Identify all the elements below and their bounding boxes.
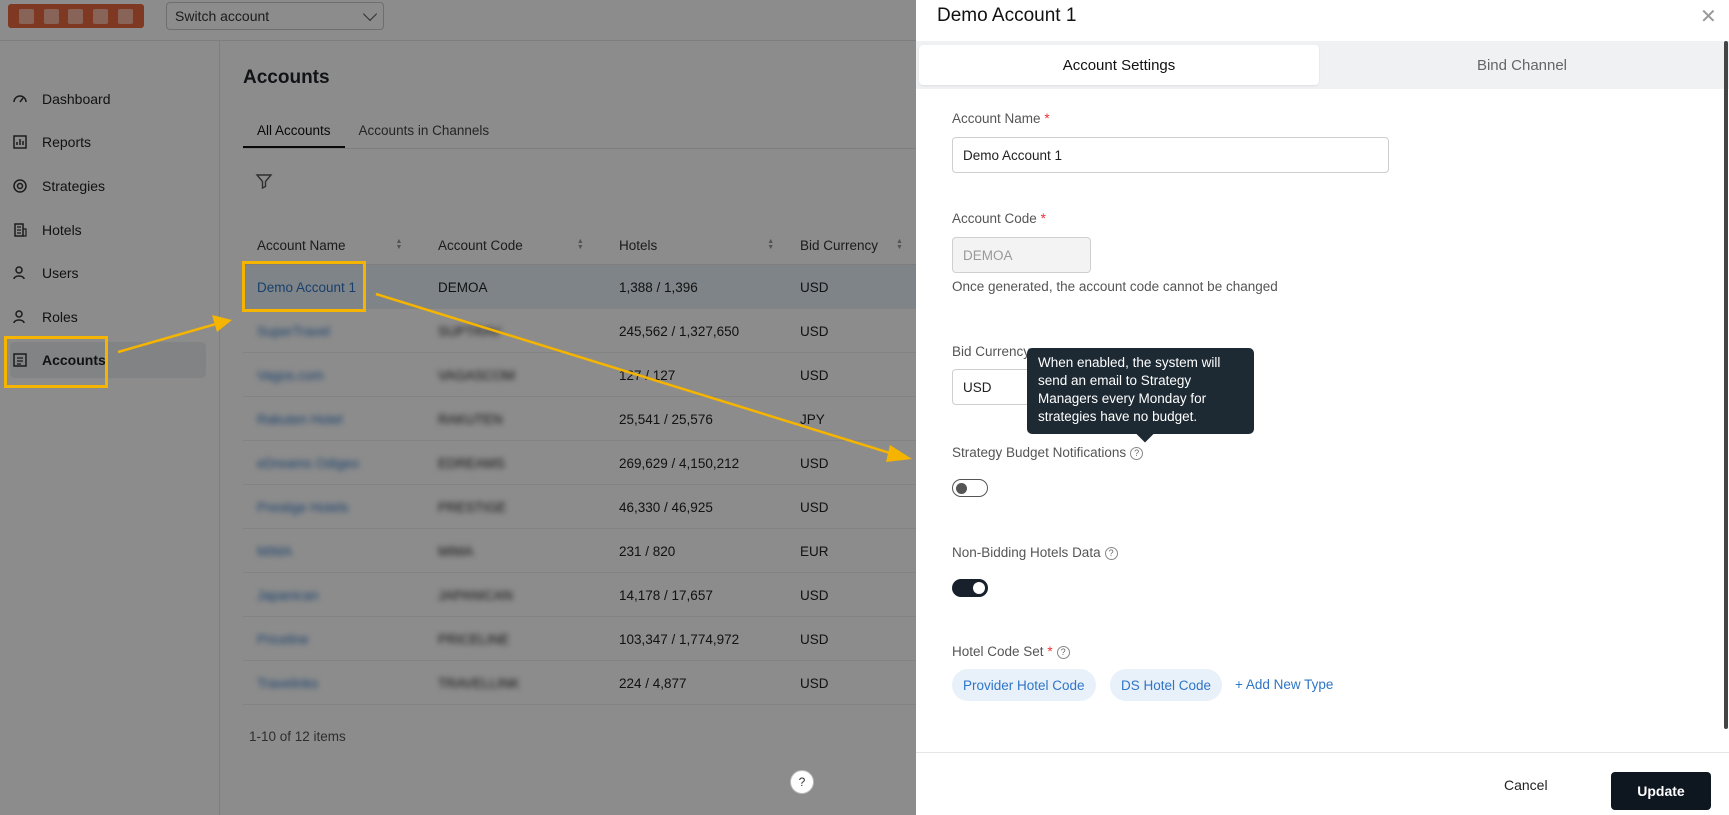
chip-ds-hotel-code[interactable]: DS Hotel Code <box>1110 669 1223 701</box>
modal-overlay[interactable] <box>0 0 916 815</box>
tooltip-text: When enabled, the system will send an em… <box>1038 355 1221 424</box>
close-icon[interactable]: ✕ <box>1700 4 1717 29</box>
toggle-knob <box>956 483 967 494</box>
strategy-budget-toggle[interactable] <box>952 479 988 497</box>
toggle-knob <box>973 582 985 594</box>
bid-currency-label: Bid Currency <box>952 344 1031 359</box>
label-text: Non-Bidding Hotels Data <box>952 545 1101 560</box>
account-code-help: Once generated, the account code cannot … <box>952 279 1278 294</box>
account-name-input[interactable]: Demo Account 1 <box>952 137 1389 173</box>
drawer-scrollbar[interactable] <box>1724 41 1728 729</box>
account-name-label: Account Name * <box>952 111 1050 126</box>
drawer-tabs: Account Settings Bind Channel <box>916 41 1729 89</box>
account-code-input: DEMOA <box>952 237 1091 273</box>
non-bidding-toggle[interactable] <box>952 579 988 597</box>
highlight-accounts-nav <box>4 336 108 388</box>
help-icon[interactable]: ? <box>790 770 814 794</box>
add-new-type-link[interactable]: + Add New Type <box>1235 677 1333 692</box>
strategy-budget-tooltip: When enabled, the system will send an em… <box>1027 348 1254 443</box>
hotel-code-set-label: Hotel Code Set *? <box>952 644 1070 659</box>
drawer-footer: Cancel Update <box>916 752 1729 815</box>
label-text: Strategy Budget Notifications <box>952 445 1127 460</box>
help-circle-icon[interactable]: ? <box>1130 446 1144 460</box>
label-text: Hotel Code Set <box>952 644 1044 659</box>
help-circle-icon[interactable]: ? <box>1056 645 1070 659</box>
strategy-budget-label: Strategy Budget Notifications? <box>952 445 1144 460</box>
chip-provider-hotel-code[interactable]: Provider Hotel Code <box>952 669 1096 701</box>
update-button[interactable]: Update <box>1611 772 1711 810</box>
drawer-title: Demo Account 1 <box>937 5 1077 26</box>
help-circle-icon[interactable]: ? <box>1104 546 1118 560</box>
account-code-label: Account Code * <box>952 211 1046 226</box>
non-bidding-label: Non-Bidding Hotels Data? <box>952 545 1118 560</box>
tab-bind-channel[interactable]: Bind Channel <box>1322 45 1722 85</box>
cancel-button[interactable]: Cancel <box>1496 773 1556 797</box>
highlight-demo-account-row <box>242 261 366 312</box>
required-asterisk: * <box>1044 111 1050 126</box>
required-asterisk: * <box>1047 644 1053 659</box>
tab-account-settings[interactable]: Account Settings <box>919 45 1319 85</box>
label-text: Account Code <box>952 211 1037 226</box>
required-asterisk: * <box>1040 211 1046 226</box>
label-text: Account Name <box>952 111 1041 126</box>
